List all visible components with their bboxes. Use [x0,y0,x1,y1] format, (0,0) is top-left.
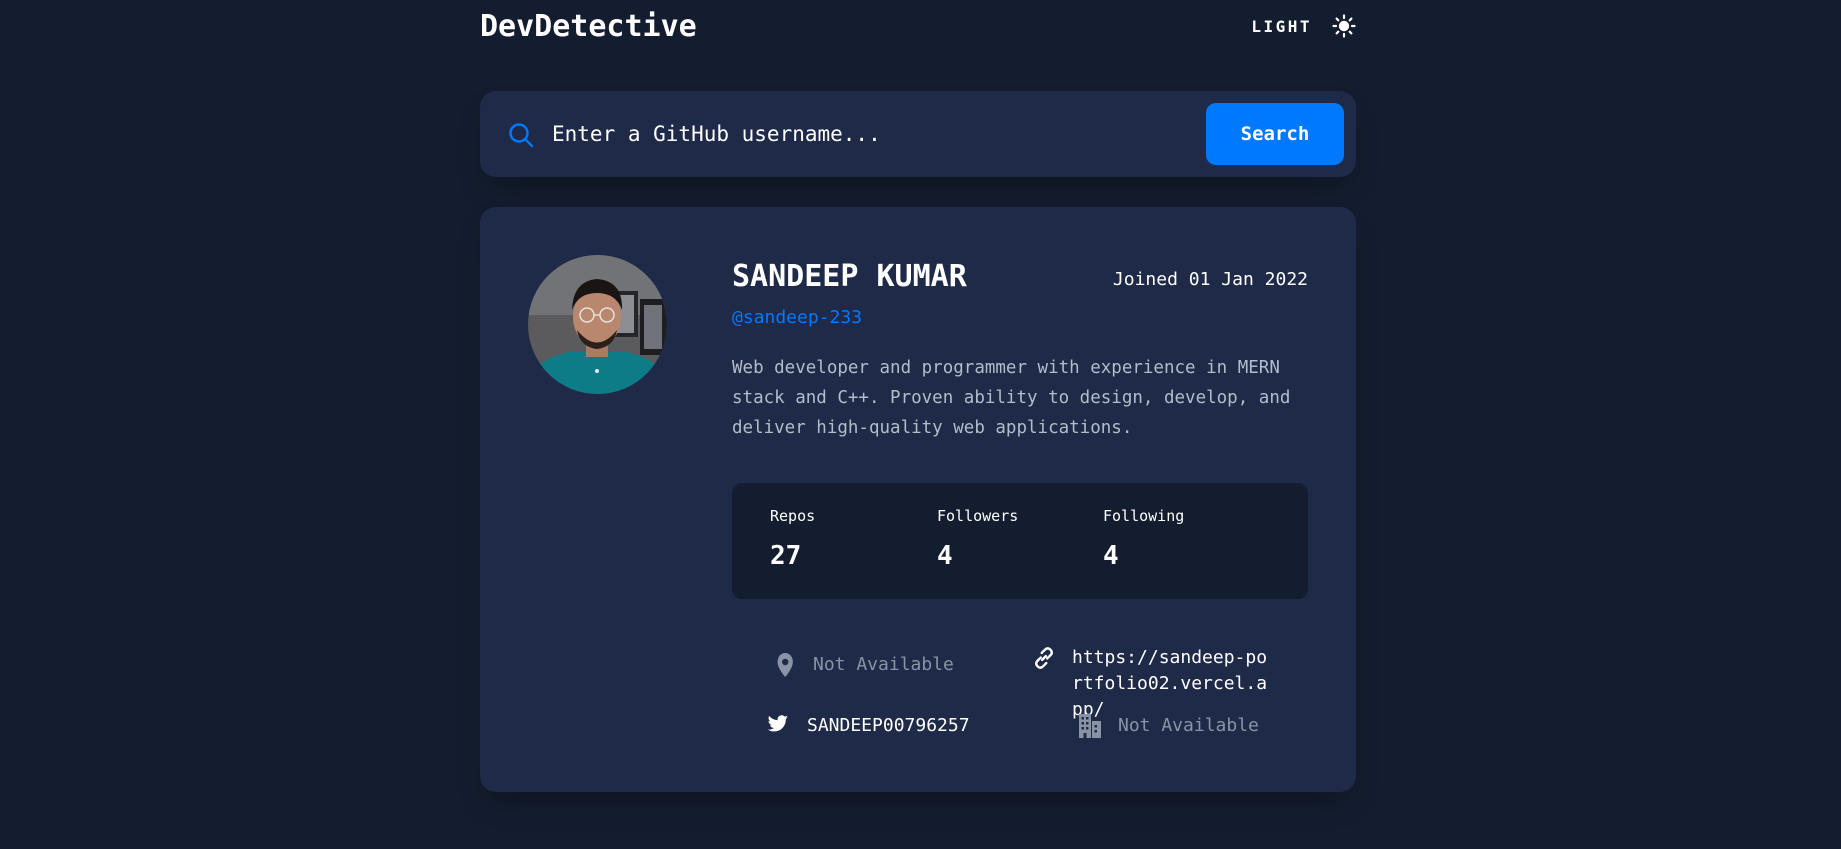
stat-repos-label: Repos [770,507,816,525]
app-page: DevDetective LIGHT Enter a GitHub userna… [0,0,1841,849]
location-pin-icon [777,653,793,677]
search-button[interactable]: Search [1206,103,1344,165]
search-input[interactable] [552,113,1112,155]
link-icon [1034,647,1054,669]
stat-following-value: 4 [1103,541,1119,571]
search-bar: Search [480,91,1356,177]
company-item: Not Available [1078,713,1259,739]
twitter-icon [767,715,789,732]
avatar [528,255,667,394]
stats-panel: Repos 27 Followers 4 Following 4 [732,483,1308,599]
sun-icon [1332,14,1356,38]
company-text: Not Available [1118,715,1259,736]
stat-following-label: Following [1103,507,1185,525]
twitter-handle: SANDEEP00796257 [807,715,970,736]
stat-following: Following 4 [1103,507,1184,571]
theme-toggle[interactable]: LIGHT [1251,14,1356,38]
theme-toggle-label: LIGHT [1251,16,1312,36]
profile-name: SANDEEP KUMAR [732,259,967,294]
website-link[interactable]: https://sandeep-portfolio02.vercel.app/ [1072,645,1272,723]
twitter-item: SANDEEP00796257 [765,713,970,739]
profile-card: SANDEEP KUMAR Joined 01 Jan 2022 @sandee… [480,207,1356,792]
location-text: Not Available [813,654,954,675]
building-icon [1079,714,1101,738]
stat-repos-value: 27 [770,541,802,571]
stat-followers-label: Followers [937,507,1019,525]
stat-repos: Repos 27 [770,507,815,571]
stat-followers: Followers 4 [937,507,1018,571]
app-logo: DevDetective [480,8,697,44]
stat-followers-value: 4 [937,541,953,571]
location-item: Not Available [773,652,954,678]
joined-date: Joined 01 Jan 2022 [1112,269,1308,290]
header: DevDetective LIGHT [480,6,1356,46]
website-item: https://sandeep-portfolio02.vercel.app/ [1032,645,1272,723]
profile-bio: Web developer and programmer with experi… [732,358,1291,438]
search-icon [509,123,534,148]
profile-username-link[interactable]: @sandeep-233 [732,307,862,328]
